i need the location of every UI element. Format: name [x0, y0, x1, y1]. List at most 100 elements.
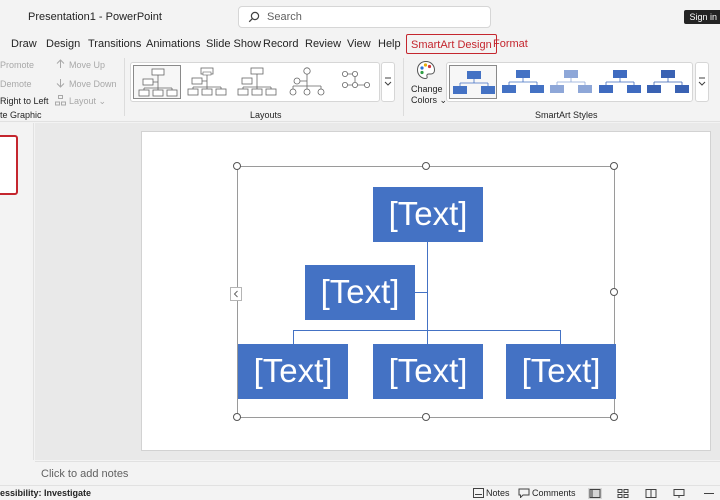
smartart-box-child-2[interactable]: [Text]: [373, 344, 483, 399]
intense-style-icon: [599, 70, 641, 93]
smartart-box-assistant[interactable]: [Text]: [305, 265, 415, 320]
chevron-left-icon: [233, 290, 238, 298]
resize-handle[interactable]: [233, 162, 241, 170]
layout-thumb-2[interactable]: [183, 65, 231, 99]
slide-thumbnail-1[interactable]: [0, 135, 18, 195]
search-placeholder: Search: [267, 11, 302, 23]
create-graphic-group-label: te Graphic: [0, 110, 42, 120]
moderate-style-icon: [550, 70, 592, 93]
layout-thumb-4[interactable]: [283, 65, 331, 99]
layouts-group-label: Layouts: [250, 110, 282, 120]
change-colors-label-2: Colors ⌄: [411, 95, 448, 105]
comments-button[interactable]: Comments: [532, 488, 576, 498]
move-up-button[interactable]: Move Up: [69, 60, 105, 70]
style-thumb-5[interactable]: [644, 65, 692, 99]
accessibility-status[interactable]: essibility: Investigate: [0, 488, 91, 498]
tab-view[interactable]: View: [347, 38, 371, 50]
notes-icon: [473, 488, 484, 498]
promote-button[interactable]: Promote: [0, 60, 34, 70]
slide[interactable]: [Text] [Text] [Text] [Text] [Text]: [141, 131, 711, 451]
layout-dropdown[interactable]: Layout ⌄: [69, 96, 106, 107]
tab-transitions[interactable]: Transitions: [88, 38, 141, 50]
smartart-styles-group-label: SmartArt Styles: [535, 110, 598, 120]
smartart-box-child-3[interactable]: [Text]: [506, 344, 616, 399]
ribbon-divider: [124, 58, 125, 116]
comments-icon: [518, 488, 530, 498]
style-thumb-2[interactable]: [499, 65, 547, 99]
resize-handle[interactable]: [610, 288, 618, 296]
change-colors-label: Change: [411, 84, 443, 94]
move-down-button[interactable]: Move Down: [69, 79, 117, 89]
normal-view-button[interactable]: [588, 488, 602, 499]
style-thumb-1[interactable]: [449, 65, 497, 99]
more-dropdown-icon: [698, 77, 706, 86]
circle-picture-hierarchy-icon: [289, 67, 325, 96]
search-icon: [248, 11, 260, 23]
3d-style-icon: [647, 70, 689, 93]
style-thumb-3[interactable]: [547, 65, 595, 99]
labeled-hierarchy-icon: [341, 71, 371, 88]
layouts-more-button[interactable]: [381, 62, 395, 102]
slide-show-button[interactable]: [672, 488, 686, 499]
notes-pane[interactable]: Click to add notes: [35, 461, 720, 485]
tab-design[interactable]: Design: [46, 38, 80, 50]
tab-help[interactable]: Help: [378, 38, 401, 50]
sign-in-button[interactable]: Sign in: [684, 10, 720, 24]
layout-thumb-3[interactable]: [233, 65, 281, 99]
connector-line: [293, 330, 294, 344]
title-bar: Presentation1 - PowerPoint Search Sign i…: [0, 0, 720, 34]
tab-animations[interactable]: Animations: [146, 38, 200, 50]
window-title: Presentation1 - PowerPoint: [28, 11, 162, 23]
layout-icon: [55, 95, 66, 106]
smartart-box-child-1[interactable]: [Text]: [238, 344, 348, 399]
tab-slide-show[interactable]: Slide Show: [206, 38, 261, 50]
smartart-box-top[interactable]: [Text]: [373, 187, 483, 242]
right-to-left-button[interactable]: Right to Left: [0, 96, 49, 106]
style-thumb-4[interactable]: [596, 65, 644, 99]
demote-button[interactable]: Demote: [0, 79, 32, 89]
layouts-gallery: [130, 62, 380, 102]
ribbon-divider: [403, 58, 404, 116]
layout-thumb-5[interactable]: [331, 65, 379, 99]
tab-review[interactable]: Review: [305, 38, 341, 50]
resize-handle[interactable]: [610, 162, 618, 170]
flat-style-icon: [453, 71, 495, 94]
ribbon-tabs: Draw Design Transitions Animations Slide…: [0, 34, 720, 54]
slide-thumbnail-panel: [0, 123, 34, 460]
change-colors-button[interactable]: Change Colors ⌄: [407, 58, 448, 110]
notes-button[interactable]: Notes: [486, 488, 510, 498]
slide-sorter-button[interactable]: [616, 488, 630, 499]
smartart-frame[interactable]: [Text] [Text] [Text] [Text] [Text]: [230, 162, 618, 421]
normal-view-icon: [589, 489, 601, 498]
arrow-up-icon: [56, 59, 65, 68]
tab-format[interactable]: Format: [493, 38, 528, 50]
tab-smartart-design[interactable]: SmartArt Design: [406, 34, 497, 54]
resize-handle[interactable]: [233, 413, 241, 421]
subtle-style-icon: [502, 70, 544, 93]
zoom-out-icon[interactable]: [703, 488, 715, 499]
resize-handle[interactable]: [422, 413, 430, 421]
connector-line: [415, 292, 427, 293]
notes-placeholder: Click to add notes: [41, 468, 129, 480]
search-box[interactable]: Search: [238, 6, 491, 28]
connector-line: [427, 242, 428, 344]
reading-view-button[interactable]: [644, 488, 658, 499]
ribbon: Promote Demote Right to Left Move Up Mov…: [0, 54, 720, 122]
color-palette-icon: [416, 60, 436, 80]
connector-line: [560, 330, 561, 344]
resize-handle[interactable]: [610, 413, 618, 421]
layout-thumb-1[interactable]: [133, 65, 181, 99]
styles-more-button[interactable]: [695, 62, 709, 102]
tab-record[interactable]: Record: [263, 38, 298, 50]
smartart-styles-gallery: [446, 62, 693, 102]
more-dropdown-icon: [384, 77, 392, 86]
tab-draw[interactable]: Draw: [11, 38, 37, 50]
resize-handle[interactable]: [422, 162, 430, 170]
slide-sorter-icon: [617, 489, 629, 498]
arrow-down-icon: [56, 79, 65, 88]
status-bar: essibility: Investigate Notes Comments: [0, 485, 720, 500]
name-title-org-icon: [187, 67, 227, 96]
slide-show-icon: [673, 489, 685, 498]
text-pane-toggle[interactable]: [230, 287, 242, 301]
slide-canvas: [Text] [Text] [Text] [Text] [Text]: [35, 123, 720, 460]
